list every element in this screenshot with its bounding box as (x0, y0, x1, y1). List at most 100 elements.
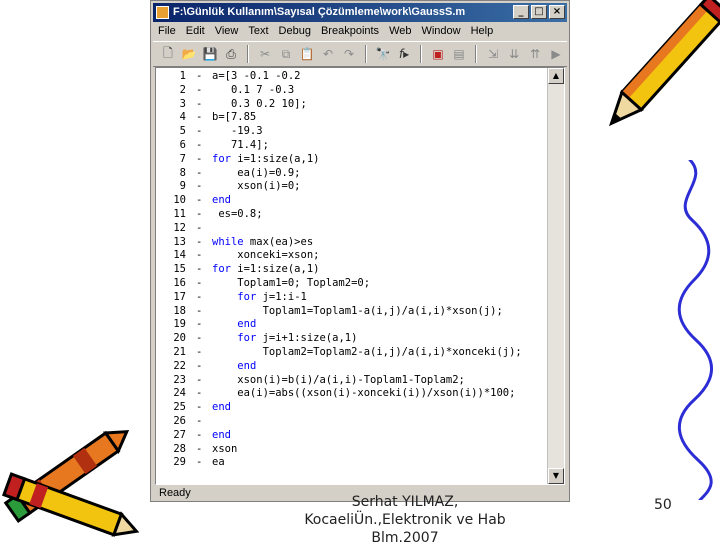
scroll-down-icon[interactable]: ▼ (548, 468, 564, 484)
code-line[interactable]: ea(i)=abs((xson(i)-xonceki(i))/xson(i))*… (212, 387, 515, 401)
menu-item-help[interactable]: Help (466, 22, 499, 40)
executable-line-marker[interactable]: - (196, 387, 202, 401)
menu-item-breakpoints[interactable]: Breakpoints (316, 22, 384, 40)
code-line[interactable]: end (212, 429, 231, 443)
executable-line-marker[interactable]: - (196, 429, 202, 443)
line-number: 10 (173, 194, 186, 207)
executable-line-marker[interactable]: - (196, 374, 202, 388)
step-out-icon[interactable]: ⇈ (526, 45, 544, 63)
code-line[interactable]: 0.3 0.2 10]; (212, 98, 307, 112)
code-line[interactable]: es=0.8; (212, 208, 262, 222)
executable-line-marker[interactable]: - (196, 236, 202, 250)
set-breakpoint-icon[interactable]: ▣ (429, 45, 447, 63)
code-line[interactable]: end (212, 194, 231, 208)
continue-icon[interactable]: ▶ (547, 45, 565, 63)
executable-line-marker[interactable]: - (196, 346, 202, 360)
step-in-icon[interactable]: ⇊ (505, 45, 523, 63)
executable-line-marker[interactable]: - (196, 305, 202, 319)
executable-line-marker[interactable]: - (196, 332, 202, 346)
minimize-button[interactable]: _ (513, 5, 529, 19)
cut-icon[interactable]: ✂ (256, 45, 274, 63)
executable-line-marker[interactable]: - (196, 180, 202, 194)
code-line[interactable]: for j=i+1:size(a,1) (212, 332, 357, 346)
executable-line-marker[interactable]: - (196, 84, 202, 98)
menu-item-text[interactable]: Text (243, 22, 273, 40)
code-line[interactable]: end (212, 401, 231, 415)
executable-line-marker[interactable]: - (196, 98, 202, 112)
code-line[interactable]: ea (212, 456, 225, 470)
maximize-button[interactable]: □ (531, 5, 547, 19)
code-line[interactable]: 71.4]; (212, 139, 269, 153)
print-icon[interactable]: ⎙ (222, 45, 240, 63)
code-line[interactable]: xson(i)=b(i)/a(i,i)-Toplam1-Toplam2; (212, 374, 465, 388)
open-folder-icon[interactable]: 📂 (180, 45, 198, 63)
code-line[interactable]: ea(i)=0.9; (212, 167, 300, 181)
code-line[interactable]: xonceki=xson; (212, 249, 319, 263)
keyword: for (237, 290, 257, 303)
code-line[interactable]: xson(i)=0; (212, 180, 300, 194)
code-editor[interactable]: 1-2-3-4-5-6-7-8-9-10-11-12-13-14-15-16-1… (155, 67, 565, 485)
executable-line-marker[interactable]: - (196, 401, 202, 415)
menu-item-debug[interactable]: Debug (274, 22, 316, 40)
executable-line-marker[interactable]: - (196, 167, 202, 181)
new-file-icon[interactable]: 🗋 (159, 45, 177, 63)
code-line[interactable]: end (212, 318, 256, 332)
executable-line-marker[interactable]: - (196, 222, 202, 236)
line-number: 15 (173, 263, 186, 276)
executable-line-marker[interactable]: - (196, 415, 202, 429)
menu-item-file[interactable]: File (153, 22, 181, 40)
code-line[interactable]: Toplam2=Toplam2-a(i,j)/a(i,i)*xonceki(j)… (212, 346, 522, 360)
executable-line-marker[interactable]: - (196, 70, 202, 84)
code-line[interactable]: xson (212, 443, 237, 457)
executable-line-marker[interactable]: - (196, 139, 202, 153)
function-icon[interactable]: f ▸ (395, 45, 413, 63)
line-number: 11 (173, 208, 186, 220)
line-number: 1 (179, 70, 186, 82)
keyword: end (212, 428, 231, 441)
menu-item-web[interactable]: Web (384, 22, 416, 40)
code-line[interactable]: b=[7.85 (212, 111, 256, 125)
menu-item-view[interactable]: View (210, 22, 244, 40)
redo-icon[interactable]: ↷ (340, 45, 358, 63)
code-line[interactable]: for i=1:size(a,1) (212, 153, 319, 167)
scroll-up-icon[interactable]: ▲ (548, 68, 564, 84)
slide-footer: Serhat YILMAZ, KocaeliÜn.,Elektronik ve … (290, 493, 520, 547)
code-line[interactable]: end (212, 360, 256, 374)
executable-line-marker[interactable]: - (196, 277, 202, 291)
paste-icon[interactable]: 📋 (298, 45, 316, 63)
keyword: end (237, 359, 257, 372)
code-line[interactable]: -19.3 (212, 125, 263, 139)
clear-breakpoint-icon[interactable]: ▤ (450, 45, 468, 63)
undo-icon[interactable]: ↶ (319, 45, 337, 63)
code-line[interactable]: for j=1:i-1 (212, 291, 307, 305)
menu-item-window[interactable]: Window (416, 22, 465, 40)
executable-line-marker[interactable]: - (196, 111, 202, 125)
executable-line-marker[interactable]: - (196, 249, 202, 263)
executable-line-marker[interactable]: - (196, 194, 202, 208)
executable-line-marker[interactable]: - (196, 291, 202, 305)
executable-line-marker[interactable]: - (196, 125, 202, 139)
line-number: 26 (173, 415, 186, 427)
executable-line-marker[interactable]: - (196, 153, 202, 167)
copy-icon[interactable]: ⧉ (277, 45, 295, 63)
executable-line-marker[interactable]: - (196, 318, 202, 332)
code-line[interactable]: a=[3 -0.1 -0.2 (212, 70, 301, 84)
code-line[interactable]: Toplam1=Toplam1-a(i,j)/a(i,i)*xson(j); (212, 305, 503, 319)
code-line[interactable]: Toplam1=0; Toplam2=0; (212, 277, 370, 291)
save-icon[interactable]: 💾 (201, 45, 219, 63)
executable-line-marker[interactable]: - (196, 263, 202, 277)
menu-item-edit[interactable]: Edit (181, 22, 210, 40)
title-bar[interactable]: F:\Günlük Kullanım\Sayısal Çözümleme\wor… (153, 3, 567, 22)
executable-line-marker[interactable]: - (196, 360, 202, 374)
vertical-scrollbar[interactable]: ▲ ▼ (547, 68, 564, 484)
executable-line-marker[interactable]: - (196, 443, 202, 457)
executable-line-marker[interactable]: - (196, 456, 202, 470)
step-icon[interactable]: ⇲ (484, 45, 502, 63)
code-line[interactable]: for i=1:size(a,1) (212, 263, 319, 277)
toolbar-separator (475, 45, 477, 63)
code-line[interactable]: while max(ea)>es (212, 236, 313, 250)
code-line[interactable]: 0.1 7 -0.3 (212, 84, 294, 98)
find-icon[interactable]: 🔭 (374, 45, 392, 63)
close-button[interactable]: × (549, 5, 565, 19)
executable-line-marker[interactable]: - (196, 208, 202, 222)
